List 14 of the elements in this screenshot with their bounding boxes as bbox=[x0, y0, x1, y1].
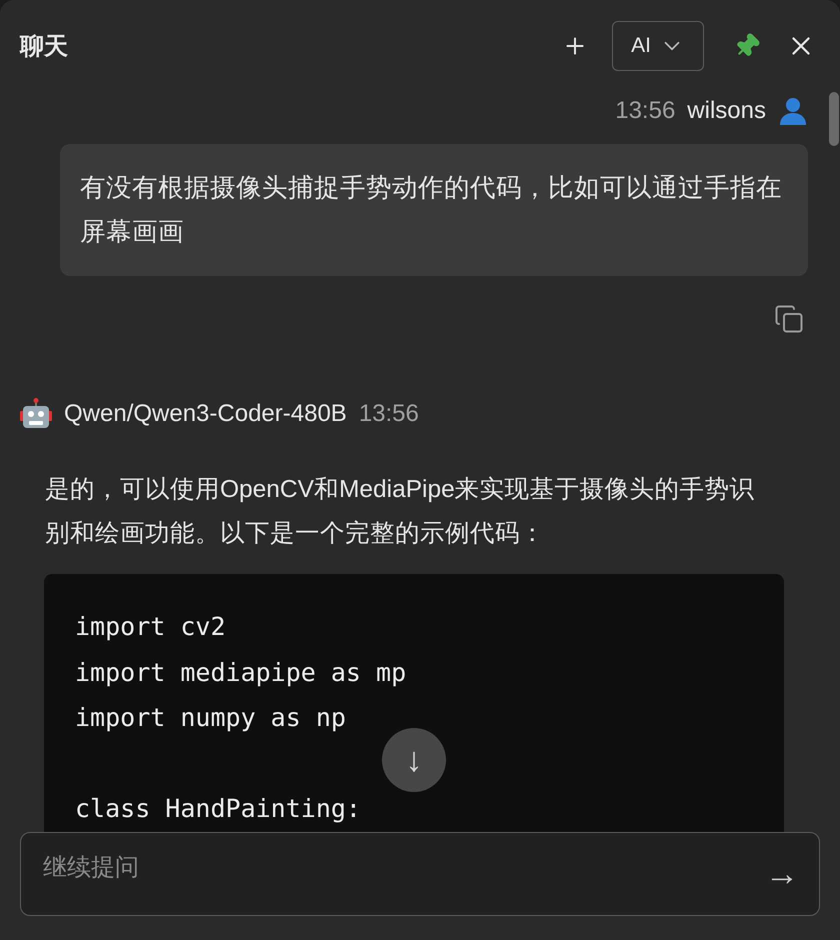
window-title: 聊天 bbox=[20, 32, 69, 62]
user-name: wilsons bbox=[687, 97, 766, 125]
scrollbar-thumb[interactable] bbox=[829, 92, 839, 146]
assistant-message: 是的，可以使用OpenCV和MediaPipe来实现基于摄像头的手势识别和绘画功能。以下是一个完整的示例代码： bbox=[45, 475, 756, 549]
message-input[interactable]: 继续提问 → bbox=[20, 832, 820, 916]
message-time: 13:56 bbox=[358, 400, 419, 428]
copy-icon bbox=[774, 304, 804, 334]
user-message: 有没有根据摄像头捕捉手势动作的代码，比如可以通过手指在屏幕画画 bbox=[60, 144, 808, 276]
user-icon bbox=[778, 96, 808, 126]
send-button[interactable]: → bbox=[765, 855, 799, 894]
message-time: 13:56 bbox=[615, 97, 676, 125]
model-dropdown[interactable]: AI bbox=[612, 21, 704, 71]
model-name: Qwen/Qwen3-Coder-480B bbox=[64, 400, 347, 428]
robot-icon bbox=[20, 398, 52, 430]
